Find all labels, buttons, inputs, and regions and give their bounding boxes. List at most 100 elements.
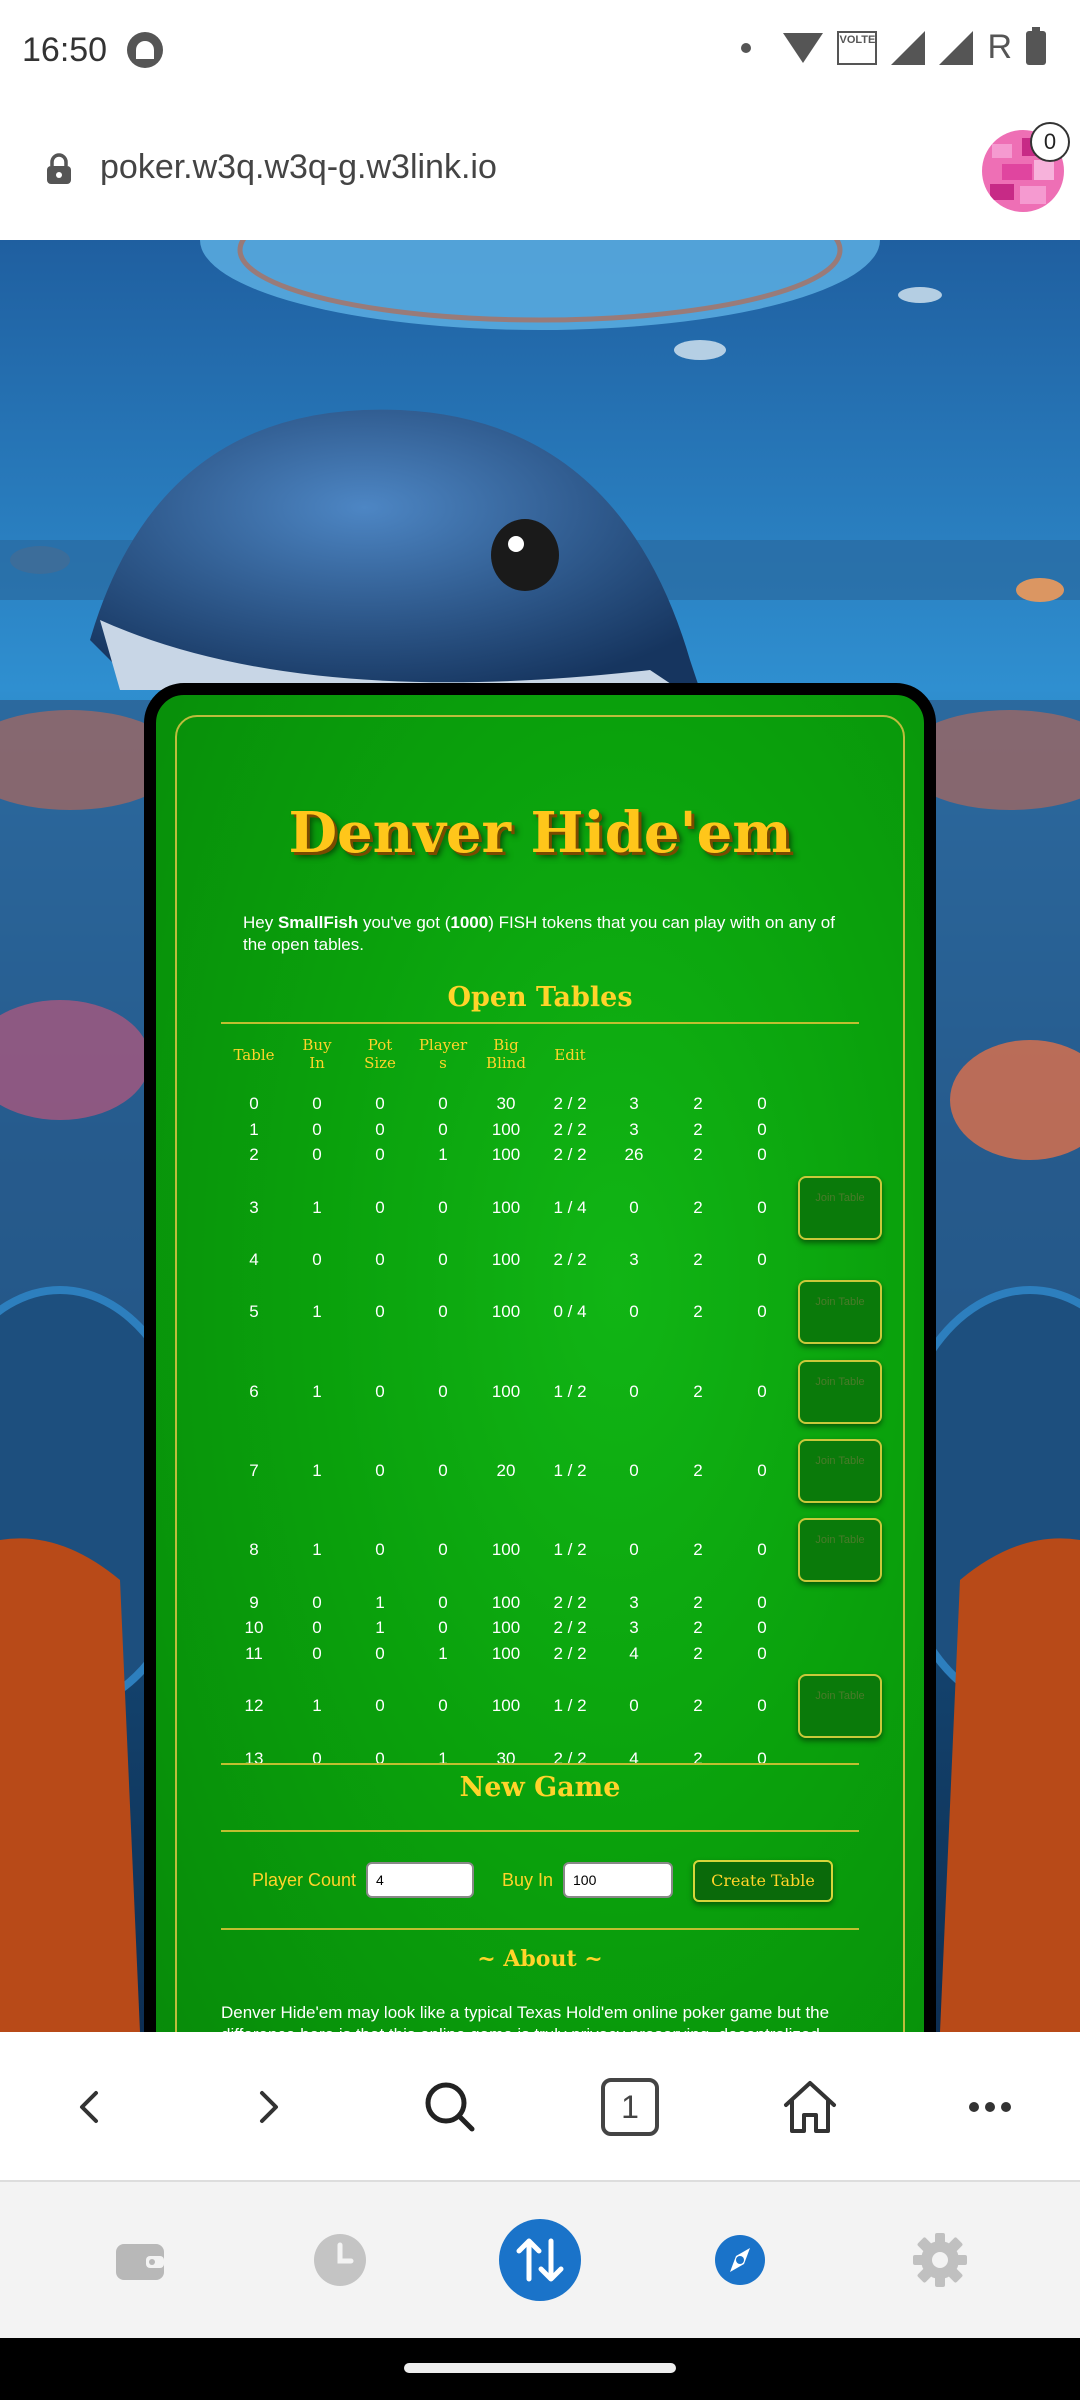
table-cell: 2 / 2 bbox=[553, 1618, 587, 1637]
header-players-line: Player bbox=[418, 1036, 468, 1054]
signal-icon-2 bbox=[939, 30, 974, 65]
table-cell: 0 bbox=[375, 1644, 385, 1663]
home-gesture-handle[interactable] bbox=[404, 2363, 676, 2373]
table-cell: 0 bbox=[757, 1250, 767, 1269]
transfer-icon bbox=[499, 2219, 581, 2301]
table-cell: 0 bbox=[629, 1540, 639, 1559]
table-cell: 30 bbox=[496, 1094, 516, 1113]
notification-count-badge[interactable]: 0 bbox=[1030, 122, 1070, 162]
address-bar[interactable]: poker.w3q.w3q-g.w3link.io bbox=[0, 100, 1080, 240]
table-cell: 100 bbox=[491, 1540, 521, 1559]
table-cell: 2 bbox=[693, 1145, 703, 1164]
search-icon bbox=[425, 2082, 475, 2132]
table-cell: 0 bbox=[375, 1120, 385, 1139]
open-tables-title: Open Tables bbox=[447, 982, 633, 1013]
table-cell: 1 / 2 bbox=[553, 1382, 587, 1401]
url-text[interactable]: poker.w3q.w3q-g.w3link.io bbox=[100, 148, 497, 187]
table-cell: 0 bbox=[312, 1250, 322, 1269]
table-cell: 13 bbox=[244, 1749, 264, 1768]
table-cell: 0 bbox=[629, 1461, 639, 1480]
table-cell: 2 bbox=[693, 1644, 703, 1663]
token-balance: 1000 bbox=[450, 913, 489, 932]
table-cell: 2 bbox=[693, 1593, 703, 1612]
table-cell: 4 bbox=[249, 1250, 259, 1269]
table-cell: 0 bbox=[375, 1145, 385, 1164]
create-table-button[interactable]: Create Table bbox=[693, 1860, 833, 1902]
forward-icon bbox=[260, 2091, 278, 2123]
table-cell: 2 bbox=[693, 1749, 703, 1768]
table-cell: 100 bbox=[491, 1382, 521, 1401]
table-cell: 2 bbox=[693, 1696, 703, 1715]
join-table-button[interactable]: Join Table bbox=[798, 1176, 882, 1240]
table-cell: 0 bbox=[757, 1618, 767, 1637]
player-count-input[interactable]: 4 bbox=[366, 1862, 474, 1898]
history-icon bbox=[314, 2234, 366, 2286]
table-cell: 6 bbox=[249, 1382, 259, 1401]
table-cell: 0 bbox=[757, 1461, 767, 1480]
table-cell: 2 bbox=[693, 1302, 703, 1321]
table-cell: 3 bbox=[629, 1250, 639, 1269]
settings-icon bbox=[913, 2233, 967, 2287]
about-title: ~ About ~ bbox=[477, 1946, 603, 1972]
wallet-icon bbox=[116, 2244, 164, 2280]
table-cell: 0 bbox=[438, 1461, 448, 1480]
table-cell: 3 bbox=[629, 1593, 639, 1612]
table-cell: 0 bbox=[757, 1302, 767, 1321]
table-cell: 0 bbox=[438, 1696, 448, 1715]
table-cell: 0 bbox=[312, 1644, 322, 1663]
table-cell: 1 bbox=[312, 1382, 322, 1401]
table-cell: 0 bbox=[438, 1382, 448, 1401]
header-pot-size-line: Pot bbox=[367, 1036, 393, 1054]
table-cell: 0 bbox=[375, 1250, 385, 1269]
table-cell: 0 bbox=[757, 1696, 767, 1715]
table-cell: 100 bbox=[491, 1250, 521, 1269]
table-cell: 0 bbox=[312, 1618, 322, 1637]
table-cell: 0 bbox=[312, 1749, 322, 1768]
table-cell: 2 bbox=[693, 1540, 703, 1559]
table-cell: 2 bbox=[693, 1250, 703, 1269]
table-cell: 0 bbox=[312, 1120, 322, 1139]
history-button[interactable] bbox=[280, 2182, 400, 2338]
table-cell: 0 bbox=[438, 1094, 448, 1113]
app-dock bbox=[0, 2182, 1080, 2338]
table-cell: 2 bbox=[693, 1618, 703, 1637]
discover-button[interactable] bbox=[680, 2182, 800, 2338]
join-table-button[interactable]: Join Table bbox=[798, 1439, 882, 1503]
join-table-button[interactable]: Join Table bbox=[798, 1674, 882, 1738]
table-cell: 0 bbox=[757, 1094, 767, 1113]
wallet-button[interactable] bbox=[80, 2182, 200, 2338]
table-cell: 0 bbox=[757, 1198, 767, 1217]
join-table-button[interactable]: Join Table bbox=[798, 1360, 882, 1424]
settings-button[interactable] bbox=[880, 2182, 1000, 2338]
table-cell: 0 bbox=[375, 1198, 385, 1217]
table-cell: 0 bbox=[629, 1696, 639, 1715]
table-cell: 100 bbox=[491, 1145, 521, 1164]
buy-in-input[interactable]: 100 bbox=[563, 1862, 673, 1898]
table-cell: 1 / 4 bbox=[553, 1198, 587, 1217]
username: SmallFish bbox=[277, 913, 359, 932]
table-cell: 0 bbox=[375, 1540, 385, 1559]
join-table-button[interactable]: Join Table bbox=[798, 1280, 882, 1344]
table-cell: 0 bbox=[757, 1382, 767, 1401]
table-cell: 100 bbox=[491, 1302, 521, 1321]
tabs-button[interactable]: 1 bbox=[570, 2032, 690, 2182]
table-cell: 0 bbox=[312, 1094, 322, 1113]
back-button[interactable] bbox=[30, 2032, 150, 2182]
table-cell: 100 bbox=[491, 1120, 521, 1139]
table-cell: 100 bbox=[491, 1644, 521, 1663]
table-cell: 9 bbox=[249, 1593, 259, 1612]
tabs-icon: 1 bbox=[601, 2078, 659, 2136]
table-cell: 20 bbox=[496, 1461, 516, 1480]
table-cell: 0 bbox=[375, 1382, 385, 1401]
join-table-button[interactable]: Join Table bbox=[798, 1518, 882, 1582]
forward-button[interactable] bbox=[208, 2032, 328, 2182]
table-cell: 100 bbox=[491, 1593, 521, 1612]
signal-icon bbox=[891, 30, 926, 65]
header-edit: Edit bbox=[554, 1046, 586, 1064]
search-button[interactable] bbox=[390, 2032, 510, 2182]
transfer-button[interactable] bbox=[480, 2182, 600, 2338]
table-cell: 3 bbox=[629, 1094, 639, 1113]
home-button[interactable] bbox=[750, 2032, 870, 2182]
table-cell: 0 bbox=[629, 1382, 639, 1401]
more-button[interactable] bbox=[930, 2032, 1050, 2182]
